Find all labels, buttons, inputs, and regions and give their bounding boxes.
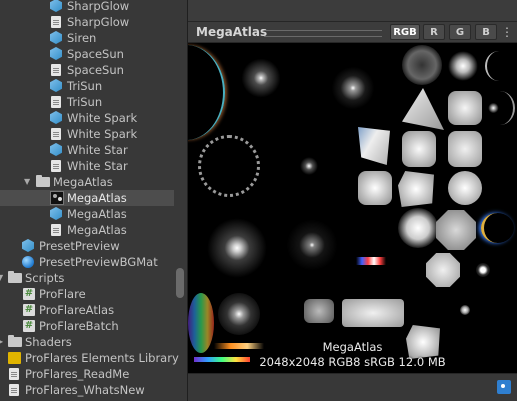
tree-item[interactable]: ProFlares_ReadMe	[0, 366, 174, 382]
crescent-sprite	[485, 91, 515, 125]
prefab-icon	[50, 79, 62, 92]
texture-thumbnail-icon	[50, 191, 64, 205]
atlas-overlay-info: 2048x2048 RGB8 sRGB 12.0 MB	[259, 355, 446, 369]
orb-sprite	[218, 293, 260, 335]
streak-sprite	[356, 257, 386, 265]
text-file-icon	[9, 384, 19, 396]
material-file-icon	[51, 64, 61, 76]
rounded-glow-sprite	[358, 171, 392, 205]
large-glow-sprite	[202, 213, 272, 283]
rounded-glow-sprite	[402, 131, 436, 167]
tree-item[interactable]: # ProFlareBatch	[0, 318, 174, 334]
rounded-glow-sprite	[304, 299, 334, 323]
octagon-sprite	[436, 210, 476, 250]
tree-item[interactable]: TriSun	[0, 94, 174, 110]
rounded-glow-sprite	[448, 91, 482, 125]
flare-ring-sprite	[188, 45, 225, 140]
tree-item[interactable]: PresetPreviewBGMat	[0, 254, 174, 270]
tree-item[interactable]: PresetPreview	[0, 238, 174, 254]
tree-item[interactable]: TriSun	[0, 78, 174, 94]
tree-folder-shaders[interactable]: ▶ Shaders	[0, 334, 174, 350]
csharp-script-icon: #	[23, 288, 35, 300]
preview-panel: MegaAtlas RGB R G B ⋮ MegaAtlas 2048x204…	[188, 0, 517, 401]
tree-item[interactable]: # ProFlare	[0, 286, 174, 302]
preview-title: MegaAtlas	[196, 25, 268, 39]
more-options-icon[interactable]: ⋮	[501, 24, 513, 40]
dotted-ring-sprite	[198, 135, 260, 197]
prefab-icon	[50, 47, 62, 60]
csharp-script-icon: #	[23, 304, 35, 316]
starburst-sprite	[236, 53, 286, 103]
scrollbar-thumb[interactable]	[176, 268, 184, 298]
soft-glow-sprite	[448, 51, 478, 81]
star-glow-sprite	[328, 63, 378, 113]
tree-item[interactable]: MegaAtlas	[0, 206, 174, 222]
colored-arc-sprite	[481, 213, 514, 243]
material-sphere-icon	[22, 256, 34, 268]
asset-label-tag-icon[interactable]	[497, 380, 511, 394]
tree-folder-megaatlas[interactable]: ▼ MegaAtlas	[0, 174, 174, 190]
wide-glow-sprite	[342, 299, 404, 327]
material-file-icon	[51, 16, 61, 28]
material-file-icon	[51, 128, 61, 140]
csharp-script-icon: #	[23, 320, 35, 332]
small-glow-sprite	[476, 263, 490, 277]
asset-labels-bar	[188, 373, 517, 401]
octagon-sprite	[426, 253, 460, 287]
atlas-texture-preview: MegaAtlas 2048x2048 RGB8 sRGB 12.0 MB	[188, 43, 517, 373]
shard-sprite	[358, 127, 390, 165]
soft-glow-sprite	[398, 208, 438, 248]
project-tree: SharpGlow SharpGlow Siren SpaceSun Space…	[0, 0, 188, 401]
tree-item[interactable]: Siren	[0, 30, 174, 46]
folder-icon	[8, 335, 22, 347]
prefab-icon	[22, 239, 34, 252]
text-file-icon	[9, 368, 19, 380]
small-glow-sprite	[460, 305, 470, 315]
prefab-icon	[50, 143, 62, 156]
tree-item[interactable]: # ProFlareAtlas	[0, 302, 174, 318]
prefab-icon	[50, 31, 62, 44]
preview-header: MegaAtlas RGB R G B ⋮	[188, 21, 517, 43]
material-file-icon	[51, 96, 61, 108]
tree-item-selected[interactable]: MegaAtlas	[0, 190, 174, 206]
tree-item[interactable]: SharpGlow	[0, 0, 174, 14]
tree-item[interactable]: SharpGlow	[0, 14, 174, 30]
library-icon	[8, 352, 21, 364]
tree-folder-scripts[interactable]: ▼ Scripts	[0, 270, 174, 286]
prefab-icon	[50, 207, 62, 220]
tree-item[interactable]: ProFlares_WhatsNew	[0, 382, 174, 398]
material-file-icon	[51, 224, 61, 236]
expand-arrow-icon[interactable]: ▼	[24, 174, 30, 190]
small-glow-sprite	[300, 157, 318, 175]
tree-item[interactable]: SpaceSun	[0, 46, 174, 62]
triangle-glow-sprite	[402, 88, 444, 130]
arc-sprite	[485, 51, 513, 81]
prefab-icon	[50, 111, 62, 124]
channel-rgb-button[interactable]: RGB	[390, 24, 420, 40]
material-file-icon	[51, 160, 61, 172]
folder-icon	[8, 271, 22, 283]
folder-icon	[36, 175, 50, 187]
expand-arrow-icon[interactable]: ▼	[0, 270, 3, 286]
round-glow-sprite	[448, 171, 482, 205]
pentagon-glow-sprite	[398, 171, 434, 207]
inspector-top-area	[188, 0, 517, 20]
tree-item[interactable]: MegaAtlas	[0, 222, 174, 238]
tree-item[interactable]: White Star	[0, 142, 174, 158]
drag-grip-icon[interactable]	[264, 30, 382, 37]
tree-item[interactable]: White Star	[0, 158, 174, 174]
rounded-glow-sprite	[448, 131, 482, 167]
atlas-overlay-name: MegaAtlas	[322, 340, 383, 354]
channel-r-button[interactable]: R	[423, 24, 445, 40]
tree-item[interactable]: White Spark	[0, 110, 174, 126]
tree-item[interactable]: White Spark	[0, 126, 174, 142]
channel-g-button[interactable]: G	[449, 24, 471, 40]
channel-b-button[interactable]: B	[475, 24, 497, 40]
orb-sprite	[402, 45, 442, 85]
tree-item[interactable]: SpaceSun	[0, 62, 174, 78]
prefab-icon	[50, 0, 62, 12]
collapse-arrow-icon[interactable]: ▶	[0, 334, 3, 350]
star-glow-sprite	[282, 215, 342, 275]
tree-item[interactable]: ProFlares Elements Library	[0, 350, 179, 366]
